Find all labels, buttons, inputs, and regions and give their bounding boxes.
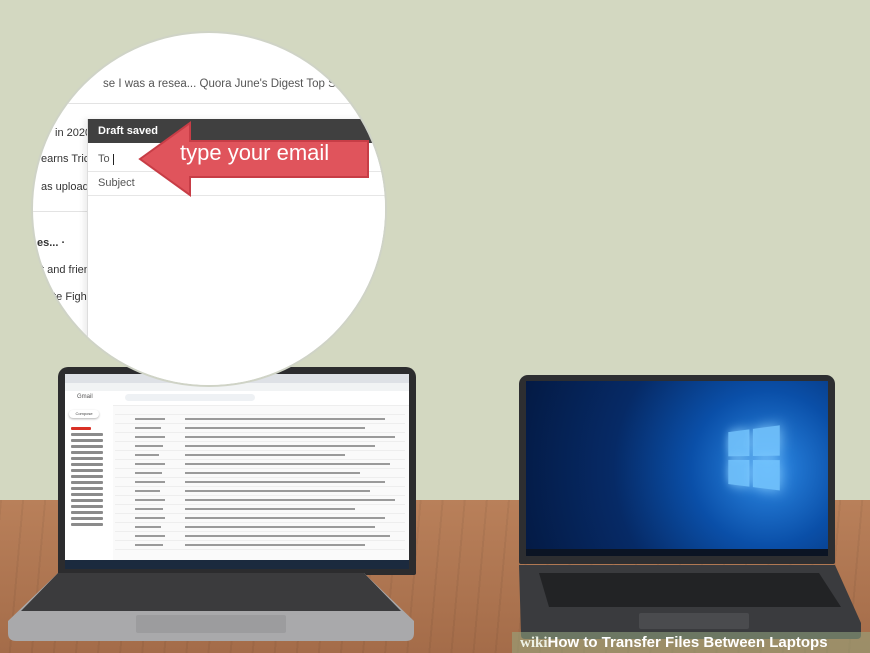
right-laptop-screen: [526, 381, 828, 556]
gmail-search-bar[interactable]: [125, 394, 255, 401]
gmail-logo: Gmail: [77, 394, 93, 400]
text-cursor: [112, 153, 114, 165]
left-laptop-taskbar: [65, 560, 409, 569]
right-laptop-taskbar: [526, 549, 828, 556]
gmail-sidebar: [65, 405, 113, 569]
to-field[interactable]: To: [98, 153, 114, 165]
right-laptop-keyboard-base: [519, 565, 861, 639]
arrow-callout-text: type your email: [180, 140, 330, 165]
left-laptop-screen: Gmail Compose: [65, 374, 409, 569]
wikihow-watermark: wikiHow to Transfer Files Between Laptop…: [512, 632, 870, 653]
inbox-fragment: t and frien: [41, 264, 90, 276]
inbox-fragment: ate Figh: [47, 291, 87, 303]
inbox-section-label: es... ·: [37, 237, 66, 249]
subject-field[interactable]: Subject: [98, 177, 135, 189]
zoom-magnifier: se I was a resea... Quora June's Digest …: [33, 33, 385, 385]
left-laptop-keyboard-base: [8, 573, 414, 641]
email-subject-preview: se I was a resea... Quora June's Digest …: [103, 78, 375, 90]
gmail-compose-button[interactable]: Compose: [69, 410, 99, 418]
watermark-title: How to Transfer Files Between Laptops: [547, 634, 828, 651]
illustration-scene: Gmail Compose se I was a resea... Quora …: [0, 0, 870, 653]
watermark-brand: wiki: [520, 635, 548, 651]
windows-logo-icon: [728, 425, 782, 493]
subject-label: Subject: [98, 177, 135, 189]
to-label: To: [98, 153, 110, 165]
